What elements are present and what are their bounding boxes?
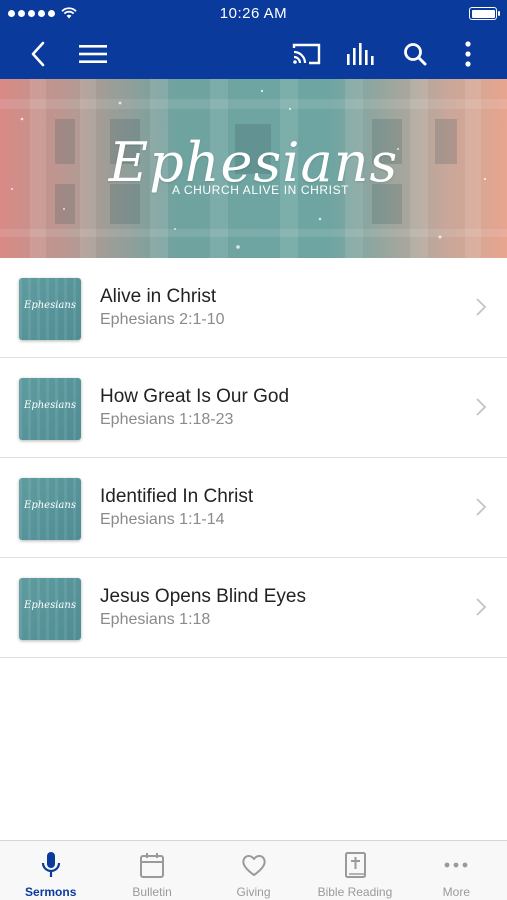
thumbnail-text: Ephesians — [24, 400, 76, 411]
sermon-row[interactable]: Ephesians Identified In Christ Ephesians… — [0, 458, 507, 558]
audio-button[interactable] — [343, 36, 379, 72]
tab-label: More — [442, 885, 470, 899]
sermon-title: Jesus Opens Blind Eyes — [100, 586, 306, 607]
sermon-title: How Great Is Our God — [100, 386, 290, 407]
tab-sermons[interactable]: Sermons — [0, 841, 101, 900]
chevron-right-icon — [476, 298, 487, 316]
calendar-icon — [140, 853, 165, 878]
sermon-reference: Ephesians 1:1-14 — [100, 511, 225, 528]
sermon-reference: Ephesians 1:18 — [100, 611, 211, 628]
sermon-thumbnail: Ephesians — [19, 378, 81, 440]
chevron-right-icon — [476, 498, 487, 516]
tab-bar: Sermons Bulletin Giving Bible Reading Mo… — [0, 840, 507, 900]
more-vertical-icon — [465, 41, 471, 67]
sermon-row[interactable]: Ephesians How Great Is Our God Ephesians… — [0, 358, 507, 458]
thumbnail-text: Ephesians — [24, 300, 76, 311]
tab-more[interactable]: More — [406, 841, 507, 900]
status-time: 10:26 AM — [219, 5, 288, 22]
tab-label: Bulletin — [132, 885, 172, 899]
cast-button[interactable] — [289, 36, 325, 72]
more-horizontal-icon — [444, 862, 468, 868]
back-button[interactable] — [20, 36, 56, 72]
tab-giving[interactable]: Giving — [203, 841, 304, 900]
thumbnail-text: Ephesians — [24, 500, 76, 511]
more-options-button[interactable] — [450, 36, 486, 72]
status-bar: 10:26 AM — [0, 0, 507, 28]
series-subtitle: A CHURCH ALIVE IN CHRIST — [172, 183, 350, 197]
thumbnail-text: Ephesians — [24, 600, 76, 611]
sermon-title: Identified In Christ — [100, 486, 254, 507]
chevron-right-icon — [476, 398, 487, 416]
tab-label: Sermons — [25, 885, 77, 899]
search-button[interactable] — [397, 36, 433, 72]
tab-label: Giving — [236, 885, 271, 899]
sermon-reference: Ephesians 1:18-23 — [100, 411, 234, 428]
sermon-thumbnail: Ephesians — [19, 478, 81, 540]
search-icon — [404, 43, 427, 66]
sermon-row[interactable]: Ephesians Alive in Christ Ephesians 2:1-… — [0, 258, 507, 358]
sermon-row[interactable]: Ephesians Jesus Opens Blind Eyes Ephesia… — [0, 558, 507, 658]
sermon-title: Alive in Christ — [100, 286, 217, 307]
sermon-list: Ephesians Alive in Christ Ephesians 2:1-… — [0, 258, 507, 658]
bible-icon — [344, 852, 366, 878]
battery-icon — [469, 7, 500, 20]
microphone-icon — [41, 852, 60, 877]
tab-bible-reading[interactable]: Bible Reading — [304, 841, 405, 900]
tab-label: Bible Reading — [317, 885, 393, 899]
sermon-thumbnail: Ephesians — [19, 578, 81, 640]
menu-button[interactable] — [75, 36, 111, 72]
sermon-thumbnail: Ephesians — [19, 278, 81, 340]
hamburger-menu-icon — [79, 45, 107, 63]
series-banner: Ephesians A CHURCH ALIVE IN CHRIST — [0, 79, 507, 258]
back-chevron-icon — [31, 41, 45, 67]
sermon-reference: Ephesians 2:1-10 — [100, 311, 225, 328]
tab-bulletin[interactable]: Bulletin — [101, 841, 202, 900]
nav-bar — [0, 28, 507, 79]
audio-levels-icon — [347, 43, 374, 65]
cast-icon — [292, 43, 321, 65]
heart-icon — [241, 855, 266, 876]
chevron-right-icon — [476, 598, 487, 616]
